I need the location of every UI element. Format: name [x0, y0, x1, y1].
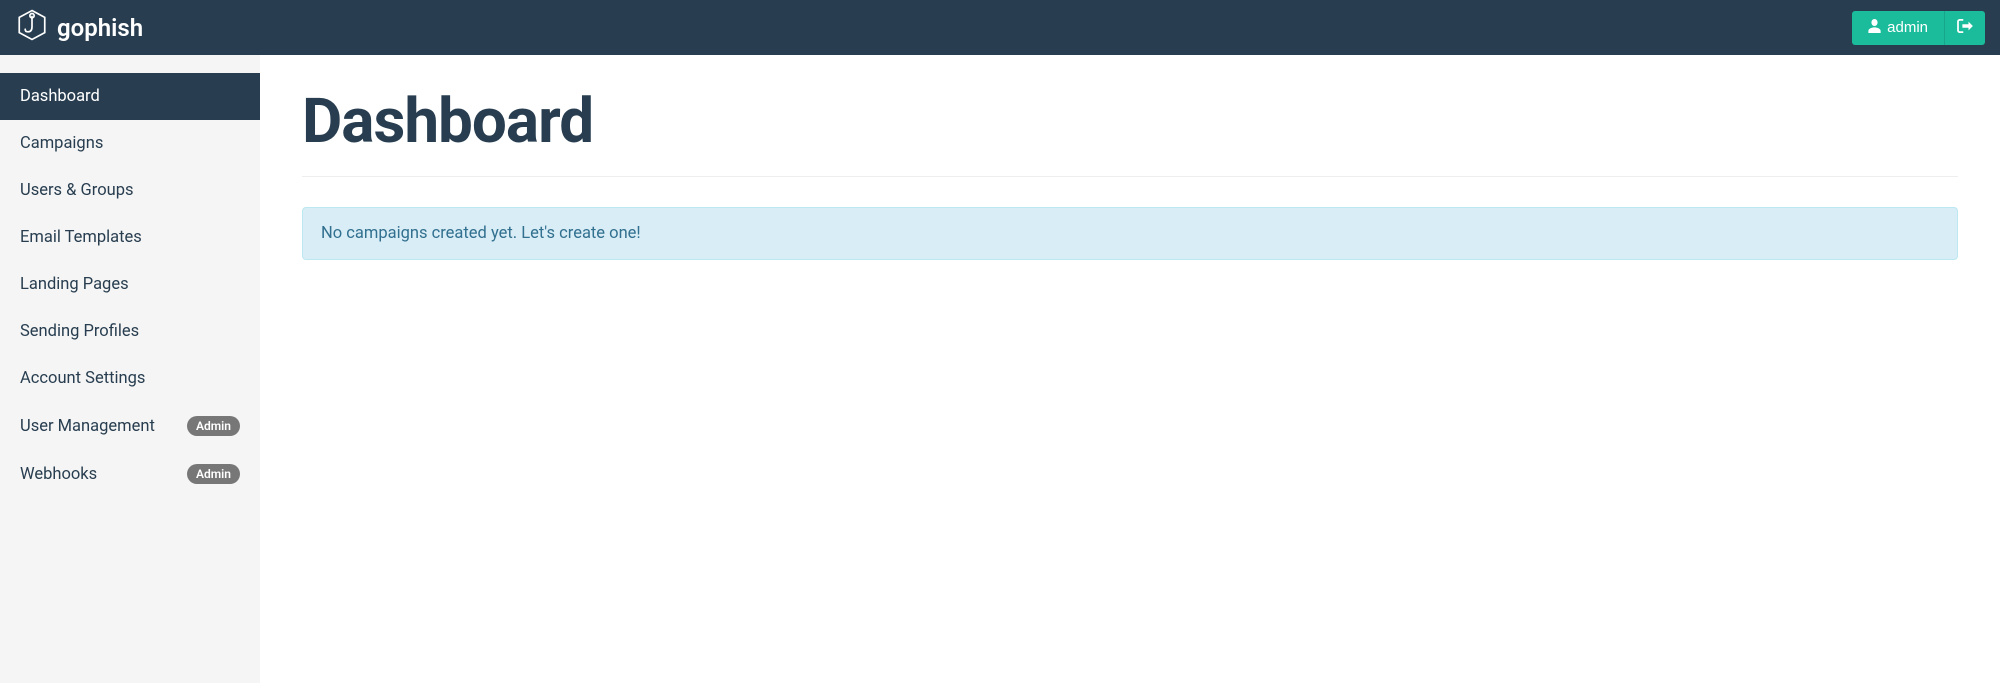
sidebar-item-email-templates[interactable]: Email Templates: [0, 214, 260, 261]
sidebar-item-sending-profiles[interactable]: Sending Profiles: [0, 308, 260, 355]
sidebar-item-user-management[interactable]: User Management Admin: [0, 402, 260, 450]
sidebar-item-landing-pages[interactable]: Landing Pages: [0, 261, 260, 308]
user-icon: [1868, 19, 1881, 37]
sidebar-item-label: Dashboard: [20, 87, 100, 106]
navbar-right: admin: [1852, 11, 1985, 45]
sidebar-item-label: Users & Groups: [20, 181, 133, 200]
sidebar-item-label: Webhooks: [20, 465, 97, 484]
sidebar-item-label: Campaigns: [20, 134, 103, 153]
sidebar-item-label: Account Settings: [20, 369, 145, 388]
admin-badge: Admin: [187, 464, 240, 484]
sidebar-item-label: User Management: [20, 417, 155, 436]
sidebar-item-label: Sending Profiles: [20, 322, 139, 341]
brand-text: gophish: [57, 14, 143, 42]
top-navbar: gophish admin: [0, 0, 2000, 55]
sidebar: Dashboard Campaigns Users & Groups Email…: [0, 55, 260, 683]
layout: Dashboard Campaigns Users & Groups Email…: [0, 55, 2000, 683]
sidebar-item-campaigns[interactable]: Campaigns: [0, 120, 260, 167]
divider: [302, 176, 1958, 177]
sidebar-item-account-settings[interactable]: Account Settings: [0, 355, 260, 402]
fishhook-icon: [15, 8, 49, 48]
logout-icon: [1957, 19, 1973, 37]
sidebar-item-label: Landing Pages: [20, 275, 129, 294]
page-title: Dashboard: [302, 85, 1958, 158]
sidebar-item-users-groups[interactable]: Users & Groups: [0, 167, 260, 214]
logout-button[interactable]: [1945, 11, 1985, 45]
sidebar-item-webhooks[interactable]: Webhooks Admin: [0, 450, 260, 498]
user-name: admin: [1887, 19, 1928, 36]
sidebar-item-dashboard[interactable]: Dashboard: [0, 73, 260, 120]
main-content: Dashboard No campaigns created yet. Let'…: [260, 55, 2000, 683]
admin-badge: Admin: [187, 416, 240, 436]
brand-link[interactable]: gophish: [15, 8, 143, 48]
info-alert: No campaigns created yet. Let's create o…: [302, 207, 1958, 260]
user-menu-button[interactable]: admin: [1852, 11, 1945, 45]
info-message: No campaigns created yet. Let's create o…: [321, 224, 641, 243]
sidebar-item-label: Email Templates: [20, 228, 142, 247]
